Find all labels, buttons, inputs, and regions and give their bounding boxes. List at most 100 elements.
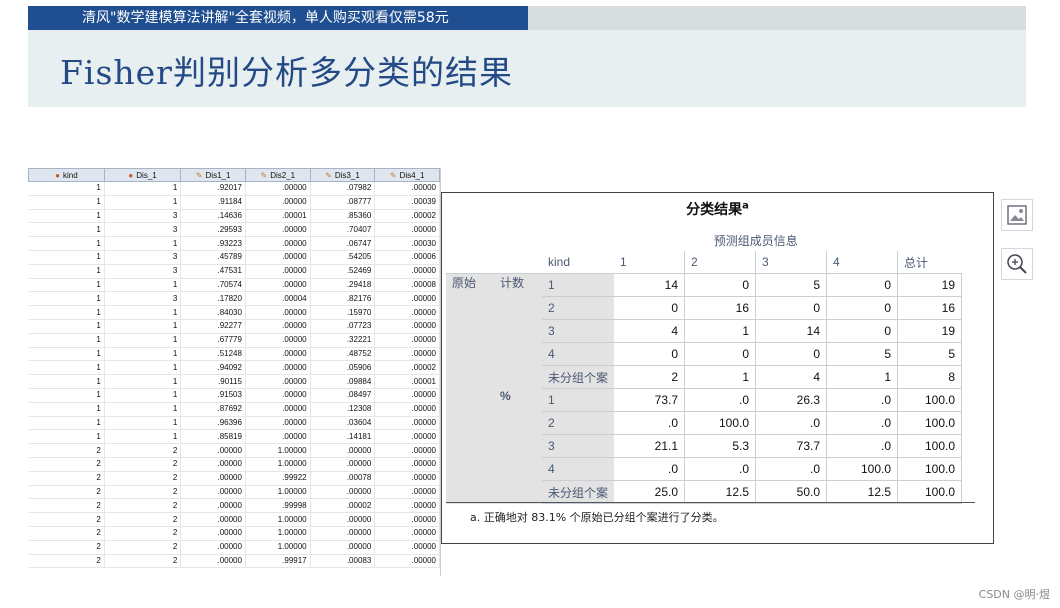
grid-cell[interactable]: 2 — [104, 471, 182, 486]
grid-cell[interactable]: .29593 — [180, 222, 246, 238]
grid-cell[interactable]: .00002 — [374, 360, 440, 376]
grid-cell[interactable]: .14636 — [180, 209, 246, 224]
grid-cell[interactable]: 2 — [104, 512, 182, 527]
grid-cell[interactable]: 1 — [28, 360, 105, 376]
grid-cell[interactable]: 2 — [28, 457, 105, 472]
grid-cell[interactable]: .00001 — [245, 209, 311, 224]
column-header-1[interactable]: ● Dis_1 — [103, 168, 182, 182]
grid-cell[interactable]: 1 — [28, 374, 105, 389]
grid-cell[interactable]: 1 — [28, 264, 105, 279]
grid-cell[interactable]: .00000 — [374, 333, 440, 348]
grid-cell[interactable]: 1 — [104, 181, 182, 196]
grid-cell[interactable]: .00000 — [245, 347, 311, 362]
grid-cell[interactable]: .00000 — [374, 264, 440, 279]
grid-cell[interactable]: .00000 — [245, 374, 311, 389]
grid-cell[interactable]: 1 — [28, 305, 105, 320]
grid-cell[interactable]: .47531 — [180, 264, 246, 279]
grid-cell[interactable]: .00039 — [374, 195, 440, 210]
grid-cell[interactable]: .17820 — [180, 291, 246, 307]
grid-cell[interactable]: .85360 — [310, 209, 376, 224]
grid-cell[interactable]: 1 — [28, 291, 105, 307]
grid-cell[interactable]: 1 — [28, 333, 105, 348]
grid-cell[interactable]: .48752 — [310, 347, 376, 362]
grid-cell[interactable]: 3 — [104, 222, 182, 238]
grid-cell[interactable]: .70574 — [180, 278, 246, 293]
grid-cell[interactable]: .82176 — [310, 291, 376, 307]
grid-cell[interactable]: .08497 — [310, 388, 376, 403]
grid-cell[interactable]: 1 — [104, 374, 182, 389]
grid-cell[interactable]: .91503 — [180, 388, 246, 403]
grid-cell[interactable]: 1 — [104, 360, 182, 376]
grid-cell[interactable]: .08777 — [310, 195, 376, 210]
column-header-5[interactable]: ✎ Dis4_1 — [374, 168, 440, 182]
grid-cell[interactable]: .14181 — [310, 429, 376, 445]
grid-cell[interactable]: .00078 — [310, 471, 376, 486]
grid-cell[interactable]: 1 — [28, 319, 105, 334]
grid-cell[interactable]: .00000 — [374, 305, 440, 320]
grid-cell[interactable]: 3 — [104, 264, 182, 279]
grid-cell[interactable]: 1 — [28, 416, 105, 431]
grid-cell[interactable]: 1 — [28, 347, 105, 362]
zoom-in-icon[interactable] — [1001, 248, 1033, 280]
grid-cell[interactable]: .92017 — [180, 181, 246, 196]
grid-cell[interactable]: 2 — [28, 512, 105, 527]
grid-cell[interactable]: .99917 — [245, 554, 311, 569]
grid-cell[interactable]: 1.00000 — [245, 512, 311, 527]
grid-cell[interactable]: .00000 — [374, 429, 440, 445]
grid-cell[interactable]: .90115 — [180, 374, 246, 389]
grid-cell[interactable]: .00000 — [245, 360, 311, 376]
grid-cell[interactable]: .32221 — [310, 333, 376, 348]
grid-cell[interactable]: .00000 — [180, 443, 246, 458]
grid-cell[interactable]: .00000 — [180, 471, 246, 486]
grid-cell[interactable]: .00000 — [310, 457, 376, 472]
grid-cell[interactable]: 1 — [104, 402, 182, 417]
grid-cell[interactable]: .00000 — [374, 416, 440, 431]
grid-cell[interactable]: .54205 — [310, 250, 376, 265]
grid-cell[interactable]: 1 — [104, 333, 182, 348]
grid-cell[interactable]: .00000 — [245, 416, 311, 431]
grid-cell[interactable]: 2 — [28, 498, 105, 514]
grid-cell[interactable]: .00000 — [180, 554, 246, 569]
grid-cell[interactable]: 2 — [104, 498, 182, 514]
grid-cell[interactable]: .94092 — [180, 360, 246, 376]
grid-cell[interactable]: .00000 — [245, 429, 311, 445]
grid-cell[interactable]: .00000 — [180, 498, 246, 514]
grid-cell[interactable]: .00000 — [310, 512, 376, 527]
grid-cell[interactable]: 2 — [104, 526, 182, 541]
grid-cell[interactable]: .15970 — [310, 305, 376, 320]
grid-cell[interactable]: 3 — [104, 291, 182, 307]
grid-cell[interactable]: 1 — [28, 402, 105, 417]
grid-cell[interactable]: .00000 — [180, 457, 246, 472]
grid-cell[interactable]: .99922 — [245, 471, 311, 486]
grid-cell[interactable]: .00000 — [374, 498, 440, 514]
grid-cell[interactable]: 1 — [28, 388, 105, 403]
grid-cell[interactable]: .00002 — [374, 209, 440, 224]
grid-cell[interactable]: 2 — [28, 485, 105, 500]
grid-cell[interactable]: .00000 — [374, 388, 440, 403]
grid-cell[interactable]: 1.00000 — [245, 485, 311, 500]
grid-cell[interactable]: .00004 — [245, 291, 311, 307]
grid-cell[interactable]: 1 — [104, 347, 182, 362]
grid-cell[interactable]: .99998 — [245, 498, 311, 514]
grid-cell[interactable]: .12308 — [310, 402, 376, 417]
grid-cell[interactable]: .00000 — [180, 512, 246, 527]
grid-cell[interactable]: .67779 — [180, 333, 246, 348]
grid-cell[interactable]: .00000 — [374, 526, 440, 541]
grid-cell[interactable]: 1 — [28, 429, 105, 445]
grid-cell[interactable]: .00000 — [374, 181, 440, 196]
grid-cell[interactable]: .00000 — [245, 250, 311, 265]
grid-cell[interactable]: .84030 — [180, 305, 246, 320]
grid-cell[interactable]: 2 — [28, 540, 105, 555]
grid-cell[interactable]: 1 — [104, 236, 182, 251]
grid-cell[interactable]: .93223 — [180, 236, 246, 251]
grid-cell[interactable]: .00000 — [245, 181, 311, 196]
grid-cell[interactable]: .00000 — [180, 526, 246, 541]
grid-cell[interactable]: 1 — [28, 195, 105, 210]
grid-cell[interactable]: 1 — [104, 416, 182, 431]
grid-cell[interactable]: .00000 — [374, 319, 440, 334]
grid-cell[interactable]: 1.00000 — [245, 457, 311, 472]
grid-cell[interactable]: 1 — [104, 319, 182, 334]
grid-cell[interactable]: .51248 — [180, 347, 246, 362]
grid-cell[interactable]: .00000 — [374, 512, 440, 527]
grid-cell[interactable]: .00001 — [374, 374, 440, 389]
